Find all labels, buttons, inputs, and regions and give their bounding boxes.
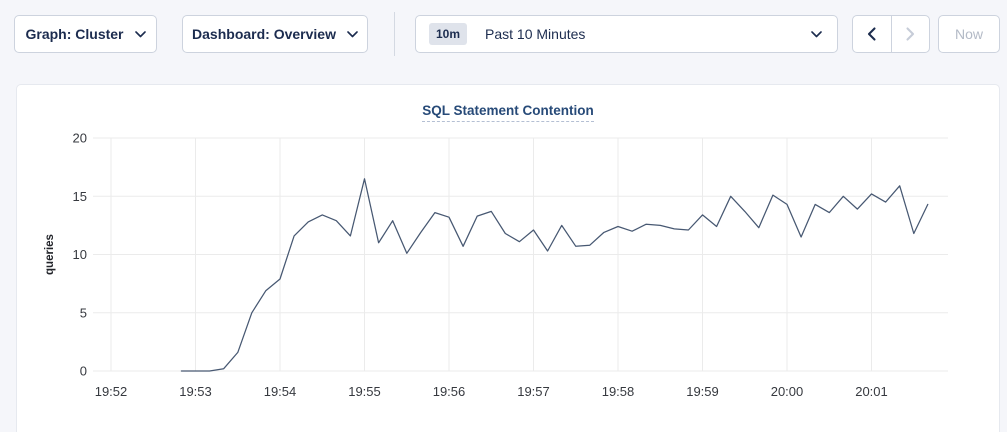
- chart-panel: SQL Statement Contention 0 5 10 15 20 19:52 19…: [16, 84, 1000, 432]
- chevron-down-icon: [347, 31, 358, 38]
- dashboard-dropdown[interactable]: Dashboard: Overview: [182, 15, 368, 53]
- x-tick-label: 19:59: [686, 384, 719, 399]
- toolbar-divider: [394, 12, 395, 56]
- x-tick-label: 19:55: [348, 384, 381, 399]
- chart-title[interactable]: SQL Statement Contention: [422, 103, 594, 122]
- y-tick-label: 5: [80, 305, 87, 320]
- time-range-dropdown[interactable]: 10m Past 10 Minutes: [415, 15, 838, 53]
- x-tick-label: 19:53: [179, 384, 212, 399]
- y-tick-label: 0: [80, 364, 87, 379]
- previous-time-button[interactable]: [853, 16, 891, 52]
- time-range-badge: 10m: [429, 23, 467, 45]
- next-time-button[interactable]: [891, 16, 930, 52]
- now-button[interactable]: Now: [938, 15, 1000, 53]
- graph-dropdown[interactable]: Graph: Cluster: [14, 15, 157, 53]
- sql-contention-chart[interactable]: 0 5 10 15 20 19:52 19:53 19:54 19:55 19:56 19:57 19…: [17, 85, 1001, 432]
- time-range-label: Past 10 Minutes: [485, 26, 585, 42]
- time-step-button-group: [852, 15, 930, 53]
- toolbar: Graph: Cluster Dashboard: Overview 10m P…: [0, 0, 1007, 70]
- chevron-left-icon: [867, 27, 876, 41]
- x-tick-label: 19:56: [433, 384, 466, 399]
- x-tick-label: 19:57: [517, 384, 550, 399]
- x-tick-label: 19:52: [95, 384, 128, 399]
- x-tick-label: 20:00: [771, 384, 804, 399]
- y-axis-title: queries: [44, 234, 56, 275]
- y-tick-label: 20: [73, 131, 87, 146]
- chevron-right-icon: [906, 27, 915, 41]
- chevron-down-icon: [135, 31, 146, 38]
- graph-dropdown-label: Graph: Cluster: [25, 26, 123, 42]
- x-tick-label: 19:54: [264, 384, 297, 399]
- y-tick-label: 10: [73, 247, 87, 262]
- x-tick-label: 19:58: [602, 384, 635, 399]
- now-button-label: Now: [955, 26, 983, 42]
- queries-series-line: [181, 179, 927, 371]
- chevron-down-icon: [811, 31, 822, 38]
- x-tick-label: 20:01: [855, 384, 888, 399]
- y-tick-label: 15: [73, 189, 87, 204]
- dashboard-dropdown-label: Dashboard: Overview: [192, 26, 336, 42]
- chart-title-row: SQL Statement Contention: [17, 102, 999, 122]
